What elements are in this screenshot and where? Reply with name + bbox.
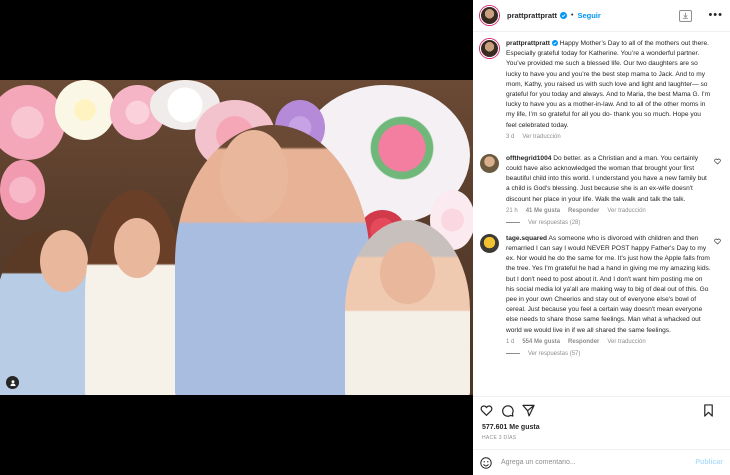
comments-list[interactable]: prattprattpratt Happy Mother’s Day to al… (473, 33, 730, 391)
avatar[interactable] (480, 153, 499, 173)
caption-username[interactable]: prattprattpratt (506, 40, 550, 47)
emoji-icon[interactable] (480, 456, 492, 469)
comment-icon[interactable] (501, 404, 514, 417)
comment-text: tage.squared As someone who is divorced … (506, 234, 723, 336)
paper-flower-decoration (0, 85, 65, 160)
publish-button[interactable]: Publicar (695, 459, 723, 466)
comment-meta: 21 h 41 Me gusta Responder Ver traducció… (506, 208, 723, 214)
translate-link[interactable]: Ver traducción (607, 208, 645, 214)
paper-flower-decoration (55, 80, 115, 140)
replies-divider (506, 353, 520, 355)
download-icon[interactable] (679, 9, 693, 22)
view-replies-label: Ver respuestas (28) (528, 219, 581, 226)
paper-flower-decoration (0, 160, 45, 220)
comment-time[interactable]: 21 h (506, 208, 518, 214)
translate-link[interactable]: Ver traducción (522, 134, 560, 140)
comment-meta: 1 d 554 Me gusta Responder Ver traducció… (506, 339, 723, 345)
reply-button[interactable]: Responder (568, 208, 599, 214)
heart-icon[interactable] (714, 238, 721, 245)
view-replies-button[interactable]: Ver respuestas (28) (506, 220, 723, 226)
replies-divider (506, 222, 520, 224)
post-timestamp: HACE 3 DÍAS (482, 435, 517, 441)
comment-username[interactable]: offthegrid1004 (506, 155, 551, 162)
post-header: prattprattpratt • Seguir ••• (473, 0, 730, 32)
comment-likes[interactable]: 554 Me gusta (522, 339, 560, 345)
reply-button[interactable]: Responder (568, 339, 599, 345)
view-replies-label: Ver respuestas (57) (528, 350, 581, 357)
post-caption: prattprattpratt Happy Mother’s Day to al… (480, 39, 723, 140)
caption-meta: 3 d Ver traducción (506, 134, 723, 140)
share-icon[interactable] (522, 404, 535, 417)
comment-input[interactable] (501, 459, 696, 466)
view-replies-button[interactable]: Ver respuestas (57) (506, 351, 723, 357)
separator-dot: • (571, 12, 574, 19)
comment-time[interactable]: 1 d (506, 339, 514, 345)
avatar[interactable] (480, 6, 499, 25)
avatar[interactable] (480, 39, 499, 58)
comment-item: offthegrid1004 Do better. as a Christian… (480, 153, 723, 214)
comment-body: Do better. as a Christian and a man. You… (506, 154, 707, 203)
avatar[interactable] (480, 233, 499, 253)
caption-text: prattprattpratt Happy Mother’s Day to al… (506, 39, 723, 131)
comment-username[interactable]: tage.squared (506, 235, 547, 242)
caption-body: Happy Mother’s Day to all of the mothers… (506, 40, 711, 129)
person-face (40, 230, 88, 292)
person-face (380, 242, 435, 304)
more-options-icon[interactable]: ••• (708, 10, 723, 21)
follow-button[interactable]: Seguir (577, 11, 600, 20)
heart-icon[interactable] (480, 404, 493, 417)
add-comment-bar: Publicar (473, 449, 730, 475)
person-face (220, 130, 288, 222)
post-author-username[interactable]: prattprattpratt (507, 11, 557, 20)
post-actions-bar (473, 396, 730, 424)
person-face (114, 218, 160, 278)
comment-text: offthegrid1004 Do better. as a Christian… (506, 154, 723, 205)
verified-badge-icon (560, 12, 567, 19)
caption-time[interactable]: 3 d (506, 134, 514, 140)
translate-link[interactable]: Ver traducción (607, 339, 645, 345)
likes-count[interactable]: 577.601 Me gusta (482, 424, 540, 431)
comment-body: As someone who is divorced with children… (506, 234, 711, 334)
comment-item: tage.squared As someone who is divorced … (480, 233, 723, 345)
save-bookmark-icon[interactable] (702, 404, 715, 417)
heart-icon[interactable] (714, 158, 721, 165)
verified-badge-icon (551, 40, 558, 46)
post-photo[interactable] (0, 80, 473, 395)
post-side-panel: prattprattpratt • Seguir ••• prattprattp… (473, 0, 730, 475)
comment-likes[interactable]: 41 Me gusta (526, 208, 560, 214)
user-tag-icon[interactable] (6, 376, 19, 389)
